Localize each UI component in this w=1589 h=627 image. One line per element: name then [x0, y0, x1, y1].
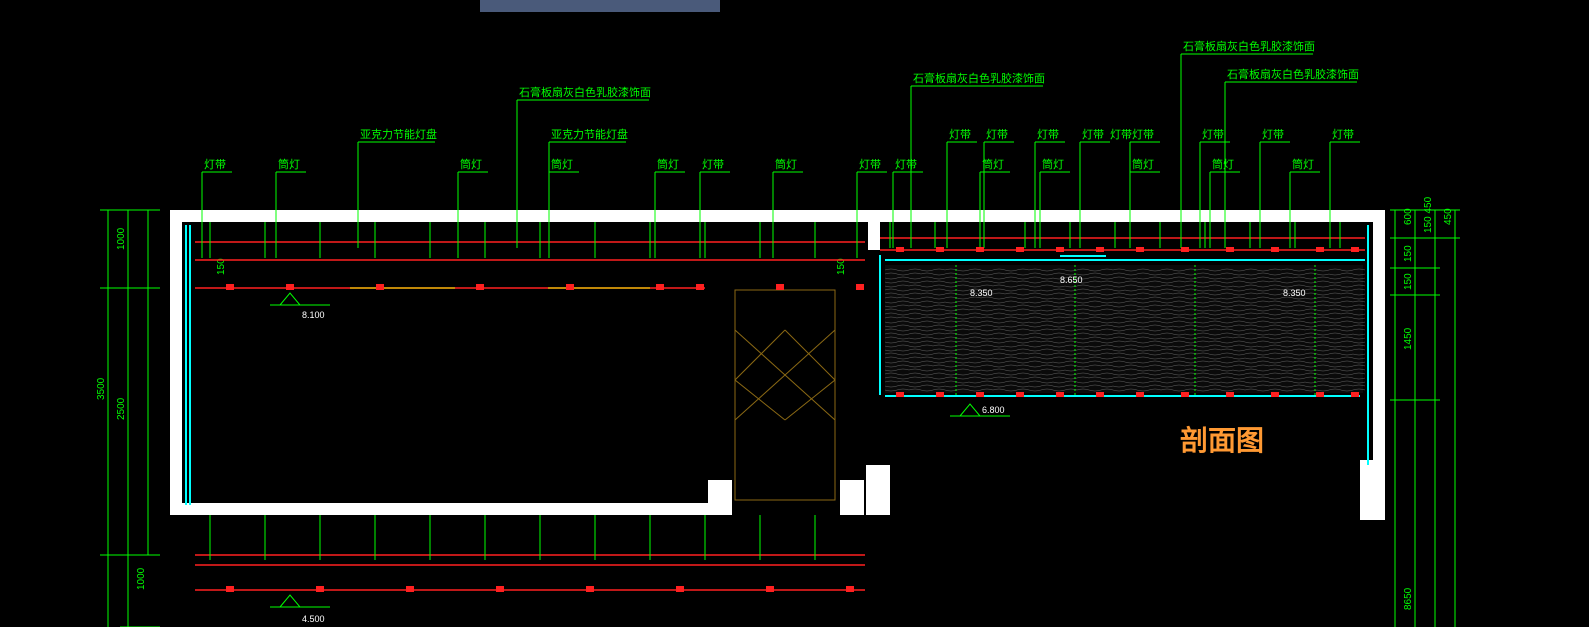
- svg-text:450: 450: [1443, 208, 1454, 225]
- svg-text:筒灯: 筒灯: [775, 157, 797, 171]
- drawing-title: 剖面图: [1180, 424, 1264, 456]
- svg-text:2500: 2500: [116, 397, 127, 420]
- svg-text:150 450: 150 450: [1423, 196, 1434, 233]
- svg-text:灯带: 灯带: [949, 128, 971, 141]
- svg-text:灯带: 灯带: [1262, 128, 1284, 141]
- svg-text:灯带: 灯带: [1132, 128, 1154, 141]
- wave-panel: [885, 265, 1365, 395]
- svg-text:筒灯: 筒灯: [460, 157, 482, 171]
- svg-text:石膏板扇灰白色乳胶漆饰面: 石膏板扇灰白色乳胶漆饰面: [1227, 67, 1359, 81]
- svg-text:1450: 1450: [1403, 327, 1414, 350]
- svg-text:筒灯: 筒灯: [278, 157, 300, 171]
- callouts: 灯带筒灯亚克力节能灯盘筒灯石膏板扇灰白色乳胶漆饰面亚克力节能灯盘筒灯筒灯灯带筒灯…: [202, 39, 1360, 258]
- svg-text:8.350: 8.350: [1283, 288, 1306, 298]
- svg-text:亚克力节能灯盘: 亚克力节能灯盘: [360, 127, 437, 141]
- svg-text:3500: 3500: [96, 377, 107, 400]
- svg-text:灯带: 灯带: [986, 128, 1008, 141]
- svg-text:600: 600: [1403, 208, 1414, 225]
- svg-text:石膏板扇灰白色乳胶漆饰面: 石膏板扇灰白色乳胶漆饰面: [519, 85, 651, 99]
- svg-text:筒灯: 筒灯: [1132, 157, 1154, 171]
- svg-text:筒灯: 筒灯: [551, 157, 573, 171]
- middle-door: [735, 290, 835, 500]
- ceiling-lower: [195, 555, 865, 590]
- svg-text:4.500: 4.500: [302, 614, 325, 624]
- svg-text:150: 150: [1403, 273, 1414, 290]
- svg-text:灯带: 灯带: [1202, 128, 1224, 141]
- svg-text:8.100: 8.100: [302, 310, 325, 320]
- svg-text:8.650: 8.650: [1060, 275, 1083, 285]
- svg-text:1000: 1000: [116, 227, 127, 250]
- svg-text:灯带: 灯带: [1082, 128, 1104, 141]
- svg-text:筒灯: 筒灯: [1042, 157, 1064, 171]
- svg-text:亚克力节能灯盘: 亚克力节能灯盘: [551, 127, 628, 141]
- svg-text:灯带: 灯带: [204, 158, 226, 171]
- svg-text:石膏板扇灰白色乳胶漆饰面: 石膏板扇灰白色乳胶漆饰面: [1183, 39, 1315, 53]
- svg-text:150: 150: [1403, 245, 1414, 262]
- svg-text:灯带: 灯带: [1110, 128, 1132, 141]
- svg-text:灯带: 灯带: [859, 158, 881, 171]
- svg-text:8.350: 8.350: [970, 288, 993, 298]
- svg-text:筒灯: 筒灯: [1292, 157, 1314, 171]
- dim-right: 600 150 450 450 150 150 1450 8650: [1390, 196, 1460, 627]
- svg-text:灯带: 灯带: [702, 158, 724, 171]
- svg-text:1000: 1000: [136, 567, 147, 590]
- top-bar: [480, 0, 720, 12]
- svg-text:8650: 8650: [1403, 587, 1414, 610]
- svg-text:灯带: 灯带: [1037, 128, 1059, 141]
- svg-text:灯带: 灯带: [895, 158, 917, 171]
- svg-text:灯带: 灯带: [1332, 128, 1354, 141]
- svg-text:筒灯: 筒灯: [982, 157, 1004, 171]
- svg-text:筒灯: 筒灯: [657, 157, 679, 171]
- svg-text:石膏板扇灰白色乳胶漆饰面: 石膏板扇灰白色乳胶漆饰面: [913, 71, 1045, 85]
- svg-text:6.800: 6.800: [982, 405, 1005, 415]
- svg-text:筒灯: 筒灯: [1212, 157, 1234, 171]
